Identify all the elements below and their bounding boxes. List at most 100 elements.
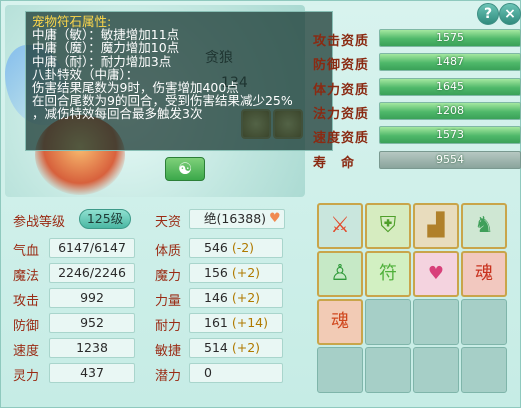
aptitude-bar: 1645 [379, 78, 521, 96]
aptitude-row-stamina: 体力资质 1645 [313, 78, 521, 98]
aptitude-row-defense: 防御资质 1487 [313, 53, 521, 73]
potential-base: 0 [204, 365, 212, 380]
yinyang-icon: ☯ [177, 159, 193, 178]
tooltip-line: ，减伤特效每回合最多触发3次 [32, 106, 203, 122]
strength-bonus: (+2) [231, 290, 261, 305]
skill-slot-2[interactable]: ⛨ [365, 203, 411, 249]
constitution-base: 546 [204, 240, 228, 255]
spirit-value: 437 [49, 363, 135, 383]
stat-row: 气血 6147/6147 体质 546 (-2) [9, 238, 301, 260]
skill-slot-4[interactable]: ♞ [461, 203, 507, 249]
green-fu-icon: 符 [379, 263, 397, 284]
skill-slot-empty[interactable] [365, 347, 411, 393]
talent-label: 天资 [155, 215, 182, 230]
aptitude-bar: 9554 [379, 151, 521, 169]
magic-label: 魔力 [155, 269, 182, 284]
skill-slot-empty[interactable] [461, 299, 507, 345]
aptitude-row-mana: 法力资质 1208 [313, 102, 521, 122]
endurance-label: 耐力 [155, 319, 182, 334]
aptitude-bar: 1487 [379, 53, 521, 71]
skill-slot-8[interactable]: 魂 [461, 251, 507, 297]
magic-base: 156 [204, 265, 228, 280]
aptitude-row-attack: 攻击资质 1575 [313, 29, 521, 49]
aptitude-bar: 1573 [379, 126, 521, 144]
boot-icon: ▟ [427, 213, 445, 238]
aptitude-row-lifespan: 寿 命 9554 [313, 151, 521, 171]
potential-label: 潜力 [155, 369, 182, 384]
help-icon: ? [483, 6, 493, 22]
constitution-value: 546 (-2) [189, 238, 283, 258]
speed-value: 1238 [49, 338, 135, 358]
aptitude-row-speed: 速度资质 1573 [313, 126, 521, 146]
defense-label: 防御 [13, 319, 40, 334]
red-spiral-icon: 魂 [475, 263, 493, 284]
agility-bonus: (+2) [231, 340, 261, 355]
spirit-label: 灵力 [13, 369, 40, 384]
hp-label: 气血 [13, 244, 40, 259]
heart-fu-icon: ♥ [427, 263, 445, 284]
skill-slot-5[interactable]: ♙ [317, 251, 363, 297]
aptitude-label: 防御资质 [313, 58, 370, 73]
horse-icon: ♞ [474, 213, 494, 238]
aptitude-bar: 1208 [379, 102, 521, 120]
strength-value: 146 (+2) [189, 288, 283, 308]
close-button[interactable]: × [499, 3, 521, 25]
endurance-bonus: (+14) [231, 315, 268, 330]
stat-row: 防御 952 耐力 161 (+14) [9, 313, 301, 335]
skill-slot-3[interactable]: ▟ [413, 203, 459, 249]
aptitude-label: 速度资质 [313, 131, 370, 146]
speed-label: 速度 [13, 344, 40, 359]
aptitude-bar: 1575 [379, 29, 521, 47]
dragon-icon: 魂 [331, 311, 349, 332]
warrior-icon: ⚔ [330, 213, 350, 238]
agility-label: 敏捷 [155, 344, 182, 359]
skill-grid: ⚔ ⛨ ▟ ♞ ♙ 符 ♥ 魂 魂 [317, 203, 511, 395]
tooltip-line: 中庸（魔）：魔力增加10点 [32, 40, 180, 56]
shield-icon: ⛨ [379, 213, 397, 238]
heart-icon: ♥ [269, 211, 281, 226]
stat-table: 参战等级 125级 天资 绝(16388) ♥ 气血 6147/6147 体质 … [9, 207, 301, 403]
skill-slot-empty[interactable] [365, 299, 411, 345]
aptitude-label: 攻击资质 [313, 34, 370, 49]
strongman-icon: ♙ [330, 261, 350, 286]
skill-slot-empty[interactable] [317, 347, 363, 393]
defense-value: 952 [49, 313, 135, 333]
skill-slot-1[interactable]: ⚔ [317, 203, 363, 249]
skill-slot-7[interactable]: ♥ [413, 251, 459, 297]
aptitude-label: 法力资质 [313, 107, 370, 122]
help-button[interactable]: ? [477, 3, 499, 25]
stat-row: 灵力 437 潜力 0 [9, 363, 301, 385]
yinyang-button[interactable]: ☯ [165, 157, 205, 181]
endurance-base: 161 [204, 315, 228, 330]
strength-base: 146 [204, 290, 228, 305]
tooltip-line: 中庸（耐）：耐力增加3点 [32, 53, 172, 69]
skill-slot-empty[interactable] [461, 347, 507, 393]
skill-slot-6[interactable]: 符 [365, 251, 411, 297]
magic-bonus: (+2) [231, 265, 261, 280]
stat-row: 速度 1238 敏捷 514 (+2) [9, 338, 301, 360]
talent-value-text: 绝(16388) [204, 211, 267, 226]
mp-value: 2246/2246 [49, 263, 135, 283]
stat-row: 魔法 2246/2246 魔力 156 (+2) [9, 263, 301, 285]
close-icon: × [504, 6, 516, 22]
battle-level-label: 参战等级 [13, 215, 66, 230]
skill-slot-empty[interactable] [413, 347, 459, 393]
battle-level-badge: 125级 [79, 209, 131, 229]
endurance-value: 161 (+14) [189, 313, 283, 333]
stat-row: 攻击 992 力量 146 (+2) [9, 288, 301, 310]
strength-label: 力量 [155, 294, 182, 309]
attack-label: 攻击 [13, 294, 40, 309]
skill-slot-empty[interactable] [413, 299, 459, 345]
agility-base: 514 [204, 340, 228, 355]
constitution-bonus: (-2) [231, 240, 255, 255]
pet-info-panel: 贪狼 134 ☯ 宠物符石属性: 中庸（敏）：敏捷增加11点 中庸（魔）：魔力增… [0, 0, 521, 408]
rune-attribute-tooltip: 宠物符石属性: 中庸（敏）：敏捷增加11点 中庸（魔）：魔力增加10点 中庸（耐… [25, 11, 333, 151]
stat-row-level: 参战等级 125级 天资 绝(16388) ♥ [9, 209, 301, 231]
aptitude-label: 寿 命 [313, 156, 356, 171]
agility-value: 514 (+2) [189, 338, 283, 358]
potential-value: 0 [189, 363, 283, 383]
skill-slot-9[interactable]: 魂 [317, 299, 363, 345]
mp-label: 魔法 [13, 269, 40, 284]
hp-value: 6147/6147 [49, 238, 135, 258]
magic-value: 156 (+2) [189, 263, 283, 283]
